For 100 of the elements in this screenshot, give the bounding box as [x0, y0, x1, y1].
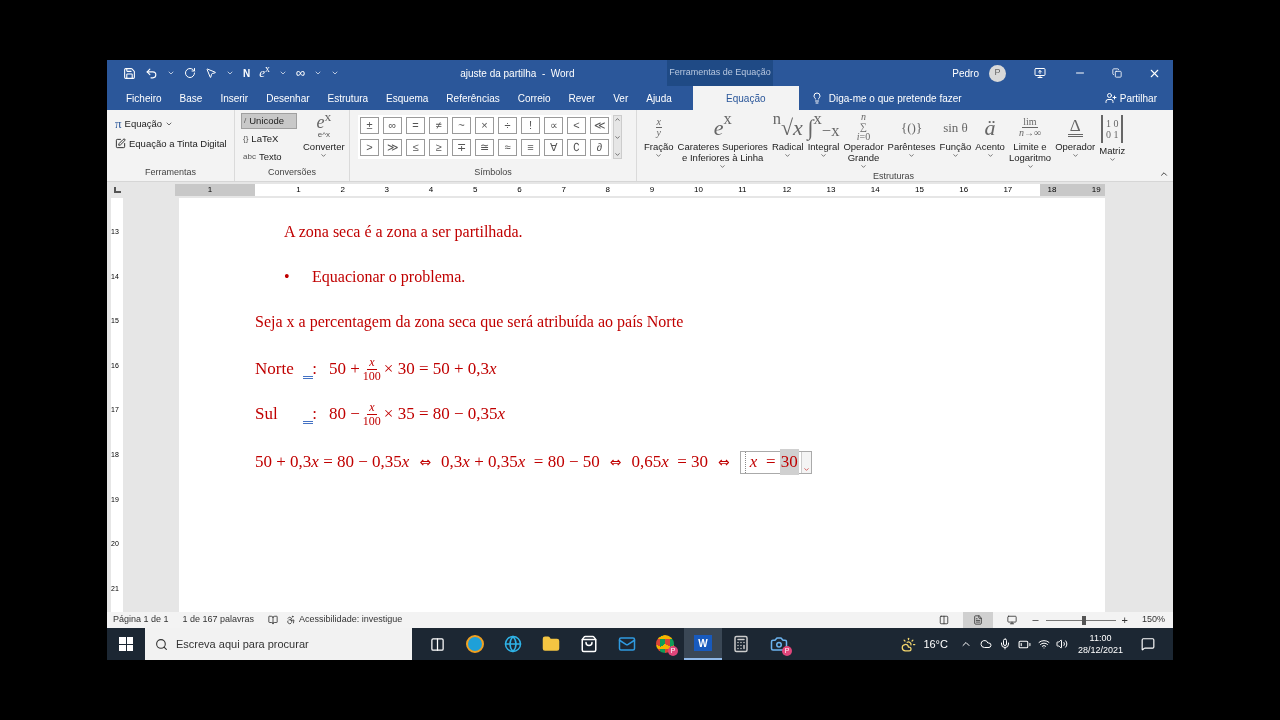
ribbon-tab[interactable]: Base — [170, 86, 212, 110]
browser-icon[interactable] — [504, 635, 522, 653]
page-count[interactable]: Página 1 de 1 — [113, 613, 169, 627]
more-icon[interactable] — [614, 151, 621, 158]
word-icon[interactable]: W — [694, 635, 712, 651]
equation-button[interactable]: π Equação — [115, 114, 234, 134]
weather-icon[interactable] — [901, 636, 917, 652]
caret-icon[interactable] — [655, 152, 663, 159]
ribbon-tab[interactable]: Ficheiro — [117, 86, 171, 110]
symbol-button[interactable]: ≥ — [429, 139, 448, 156]
caret-icon[interactable] — [986, 152, 994, 159]
caret-icon[interactable] — [719, 163, 727, 170]
read-mode-icon[interactable] — [938, 615, 949, 625]
ribbon-tab[interactable]: Referências — [437, 86, 509, 110]
temperature[interactable]: 16°C — [923, 635, 948, 653]
structure-button[interactable]: $^{n}$√x Radical — [770, 113, 805, 159]
folder-icon[interactable] — [542, 635, 560, 653]
redo-icon[interactable] — [184, 67, 196, 79]
ribbon-tab[interactable]: Desenhar — [257, 86, 319, 110]
symbol-button[interactable]: ∂ — [590, 139, 609, 156]
caret-icon[interactable] — [226, 69, 234, 77]
microphone-icon[interactable] — [998, 638, 1011, 650]
user-name[interactable]: Pedro — [952, 65, 979, 81]
caret-icon[interactable] — [908, 152, 916, 159]
ribbon-tab[interactable]: Correio — [508, 86, 560, 110]
caret-icon[interactable] — [1071, 152, 1079, 159]
print-layout-button[interactable] — [962, 612, 993, 628]
avatar[interactable]: P — [989, 64, 1006, 82]
infinity-button[interactable]: ∞ — [295, 63, 306, 83]
equation-box[interactable]: x = 30 — [739, 450, 812, 474]
volume-icon[interactable] — [1055, 638, 1068, 650]
web-layout-icon[interactable] — [1006, 615, 1017, 625]
caret-icon[interactable] — [314, 69, 323, 77]
converter-button[interactable]: e$^{x}$ e^x Converter — [303, 113, 345, 165]
symbol-button[interactable]: ∝ — [544, 117, 563, 134]
symbol-button[interactable]: < — [567, 117, 586, 134]
ribbon-tab[interactable]: Rever — [559, 86, 605, 110]
undo-icon[interactable] — [145, 66, 158, 80]
ribbon-tab[interactable]: Ver — [604, 86, 638, 110]
share-button[interactable]: Partilhar — [1104, 86, 1157, 110]
symbol-button[interactable]: ∀ — [544, 139, 563, 156]
scroll-down-icon[interactable] — [614, 133, 621, 141]
proofing-icon[interactable] — [268, 615, 279, 625]
gallery-scrollbar[interactable] — [613, 115, 622, 159]
symbol-button[interactable]: ÷ — [498, 117, 517, 134]
tab-selector-icon[interactable] — [114, 187, 121, 193]
caret-icon[interactable] — [320, 151, 328, 159]
conversion-mode[interactable]: {} LaTeX — [241, 131, 297, 147]
symbol-button[interactable]: ≅ — [475, 139, 494, 156]
ribbon-tab[interactable]: Esquema — [377, 86, 438, 110]
calculator-icon[interactable] — [732, 635, 750, 653]
symbol-button[interactable]: ≪ — [590, 117, 609, 134]
mail-icon[interactable] — [618, 635, 636, 653]
caret-icon[interactable] — [278, 69, 287, 77]
symbol-button[interactable]: ∞ — [383, 117, 402, 134]
structure-button[interactable]: x y Fração — [643, 113, 675, 159]
conversion-mode[interactable]: abc Texto — [241, 149, 297, 165]
word-count[interactable]: 1 de 167 palavras — [182, 613, 255, 627]
structure-button[interactable]: 1 0 0 1 Matriz — [1098, 113, 1127, 163]
task-view-icon[interactable] — [429, 636, 445, 652]
ribbon-tab[interactable]: Equação — [692, 86, 799, 110]
structure-button[interactable]: {()} Parênteses — [886, 113, 937, 159]
symbol-button[interactable]: ~ — [452, 117, 471, 134]
symbol-button[interactable]: ! — [521, 117, 540, 134]
ribbon-tab[interactable]: Ajuda — [637, 86, 681, 110]
pointer-icon[interactable] — [205, 67, 217, 79]
zoom-in-button[interactable]: + — [1121, 611, 1128, 629]
customize-icon[interactable] — [331, 69, 340, 77]
structure-button[interactable]: sin θ Função — [938, 113, 973, 159]
zoom-slider-thumb[interactable] — [1082, 615, 1087, 625]
collapse-ribbon-icon[interactable] — [1159, 169, 1169, 179]
search-field[interactable]: Escreva aqui para procurar — [145, 628, 412, 660]
caret-icon[interactable] — [1026, 163, 1034, 170]
caret-icon[interactable] — [1108, 156, 1116, 163]
conversion-mode[interactable]: / Unicode — [241, 113, 297, 129]
clock-date[interactable]: 28/12/2021 — [1077, 644, 1123, 656]
cloud-icon[interactable] — [979, 638, 992, 650]
caret-icon[interactable] — [820, 152, 827, 159]
tell-me-field[interactable]: Diga-me o que pretende fazer — [828, 90, 962, 106]
structure-button[interactable]: e$^{x}$ Carateres Superiores e Inferiores à Linha — [676, 113, 769, 170]
symbol-button[interactable]: × — [475, 117, 494, 134]
structure-button[interactable]: lim n→∞ Limite e Logaritmo — [1007, 113, 1053, 170]
notifications-icon[interactable] — [1141, 637, 1155, 651]
symbol-button[interactable]: ± — [360, 117, 379, 134]
zoom-level[interactable]: 150% — [1141, 613, 1165, 627]
ribbon-tab[interactable]: Inserir — [211, 86, 258, 110]
symbol-button[interactable]: ≫ — [383, 139, 402, 156]
store-icon[interactable] — [580, 635, 598, 653]
caret-icon[interactable] — [784, 152, 792, 159]
caret-icon[interactable] — [951, 152, 959, 159]
start-icon[interactable] — [119, 637, 133, 651]
app-icon[interactable] — [466, 635, 484, 653]
symbol-button[interactable]: ≈ — [498, 139, 517, 156]
scroll-up-icon[interactable] — [614, 116, 621, 123]
symbol-button[interactable]: ∓ — [452, 139, 471, 156]
equation-anchor[interactable]: : — [303, 401, 317, 427]
structure-button[interactable]: ä Acento — [974, 113, 1006, 159]
restore-icon[interactable] — [1112, 68, 1122, 78]
symbol-button[interactable]: ≠ — [429, 117, 448, 134]
symbol-button[interactable]: ≡ — [521, 139, 540, 156]
